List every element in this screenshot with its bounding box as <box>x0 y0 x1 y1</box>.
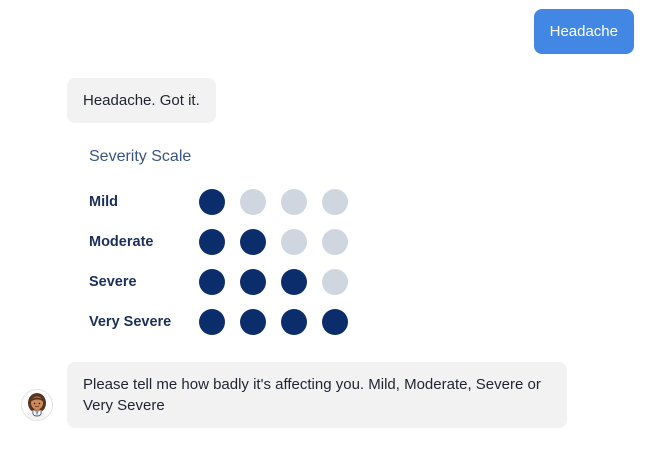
severity-dots <box>199 229 348 255</box>
severity-dot-filled <box>240 229 266 255</box>
severity-dot-empty <box>322 269 348 295</box>
severity-scale: Severity Scale Mild Moderate Severe Very Se… <box>89 146 348 342</box>
severity-dot-empty <box>322 229 348 255</box>
severity-dot-empty <box>281 229 307 255</box>
severity-dot-filled <box>240 269 266 295</box>
severity-label: Moderate <box>89 234 154 250</box>
severity-row: Moderate <box>89 222 348 262</box>
severity-scale-title: Severity Scale <box>89 148 192 165</box>
severity-row: Mild <box>89 182 348 222</box>
severity-dot-empty <box>281 189 307 215</box>
severity-dot-empty <box>322 189 348 215</box>
severity-label: Very Severe <box>89 314 172 330</box>
severity-label: Severe <box>89 274 137 290</box>
severity-dot-filled <box>281 269 307 295</box>
severity-dots <box>199 189 348 215</box>
bot-question-bubble: Please tell me how badly it's affecting … <box>67 362 567 428</box>
severity-dot-filled <box>199 229 225 255</box>
severity-dot-filled <box>199 269 225 295</box>
female-doctor-avatar-icon <box>21 389 53 421</box>
severity-scale-rows: Mild Moderate Severe Very Severe <box>89 182 348 342</box>
severity-dots <box>199 309 348 335</box>
severity-dot-filled <box>199 189 225 215</box>
user-message-bubble: Headache <box>533 9 634 54</box>
severity-dot-filled <box>199 309 225 335</box>
severity-label: Mild <box>89 194 118 210</box>
chat-window: Headache Headache. Got it. Severity Scal… <box>0 0 655 452</box>
severity-row: Very Severe <box>89 302 348 342</box>
severity-dot-filled <box>281 309 307 335</box>
severity-dots <box>199 269 348 295</box>
severity-row: Severe <box>89 262 348 302</box>
severity-dot-empty <box>240 189 266 215</box>
bot-acknowledgement-bubble: Headache. Got it. <box>67 78 216 123</box>
severity-dot-filled <box>240 309 266 335</box>
severity-dot-filled <box>322 309 348 335</box>
